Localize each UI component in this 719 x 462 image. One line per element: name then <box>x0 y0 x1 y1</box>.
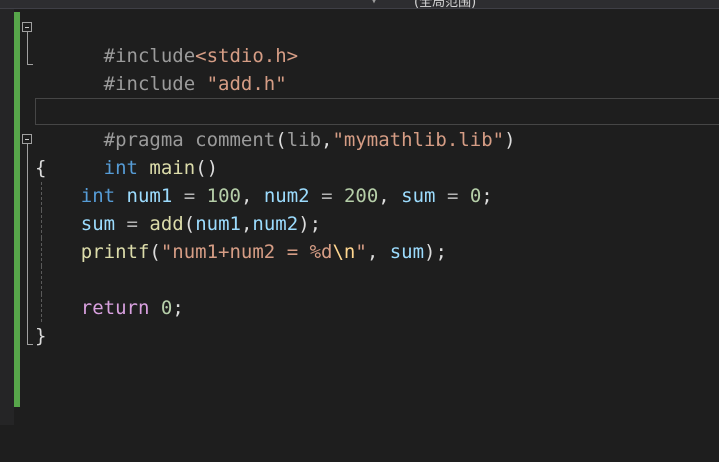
open-brace: { <box>35 157 47 179</box>
fold-guide <box>27 182 28 210</box>
function-call: printf <box>80 241 150 263</box>
chevron-down-icon[interactable]: ▾ <box>371 0 377 7</box>
keyword-return: return <box>80 297 150 319</box>
indicator-margin <box>0 9 14 425</box>
fold-guide <box>27 32 28 65</box>
scope-dropdown[interactable]: (全局范围) <box>414 0 476 8</box>
code-line-9: printf("num1+num2 = %d\n", sum); <box>22 238 719 266</box>
close-brace: } <box>35 325 47 347</box>
code-line-1: #include<stdio.h> <box>22 14 719 67</box>
fold-guide <box>27 322 28 344</box>
format-specifier: %d <box>309 241 333 263</box>
fold-guide-end <box>27 64 33 65</box>
fold-guide <box>27 210 28 238</box>
escape-sequence: \n <box>332 241 356 263</box>
collapse-icon[interactable] <box>22 134 32 144</box>
code-editor[interactable]: #include<stdio.h> #include "add.h" #prag… <box>22 14 719 350</box>
code-line-2: #include "add.h" <box>22 32 719 95</box>
collapse-icon[interactable] <box>22 22 32 32</box>
fold-guide <box>27 266 28 294</box>
code-line-4: #pragma comment(lib,"mymathlib.lib") <box>22 98 719 151</box>
editor-navigation-bar: ▾ (全局范围) <box>0 0 719 9</box>
code-line-8: sum = add(num1,num2); <box>22 210 719 238</box>
code-line-7: int num1 = 100, num2 = 200, sum = 0; <box>22 182 719 210</box>
code-line-12: } <box>22 322 719 350</box>
code-line-6: { <box>22 144 719 182</box>
fold-guide <box>27 294 28 322</box>
fold-guide <box>27 144 28 182</box>
code-line-11: return 0; <box>22 294 719 322</box>
fold-guide-end <box>27 344 33 345</box>
function-call: add <box>149 213 184 235</box>
change-tracking-bar <box>14 12 20 407</box>
code-line-10 <box>22 266 719 294</box>
code-line-5: int main() <box>22 126 719 179</box>
fold-guide <box>27 238 28 266</box>
keyword-int: int <box>80 185 116 207</box>
indent-guide <box>41 266 42 294</box>
